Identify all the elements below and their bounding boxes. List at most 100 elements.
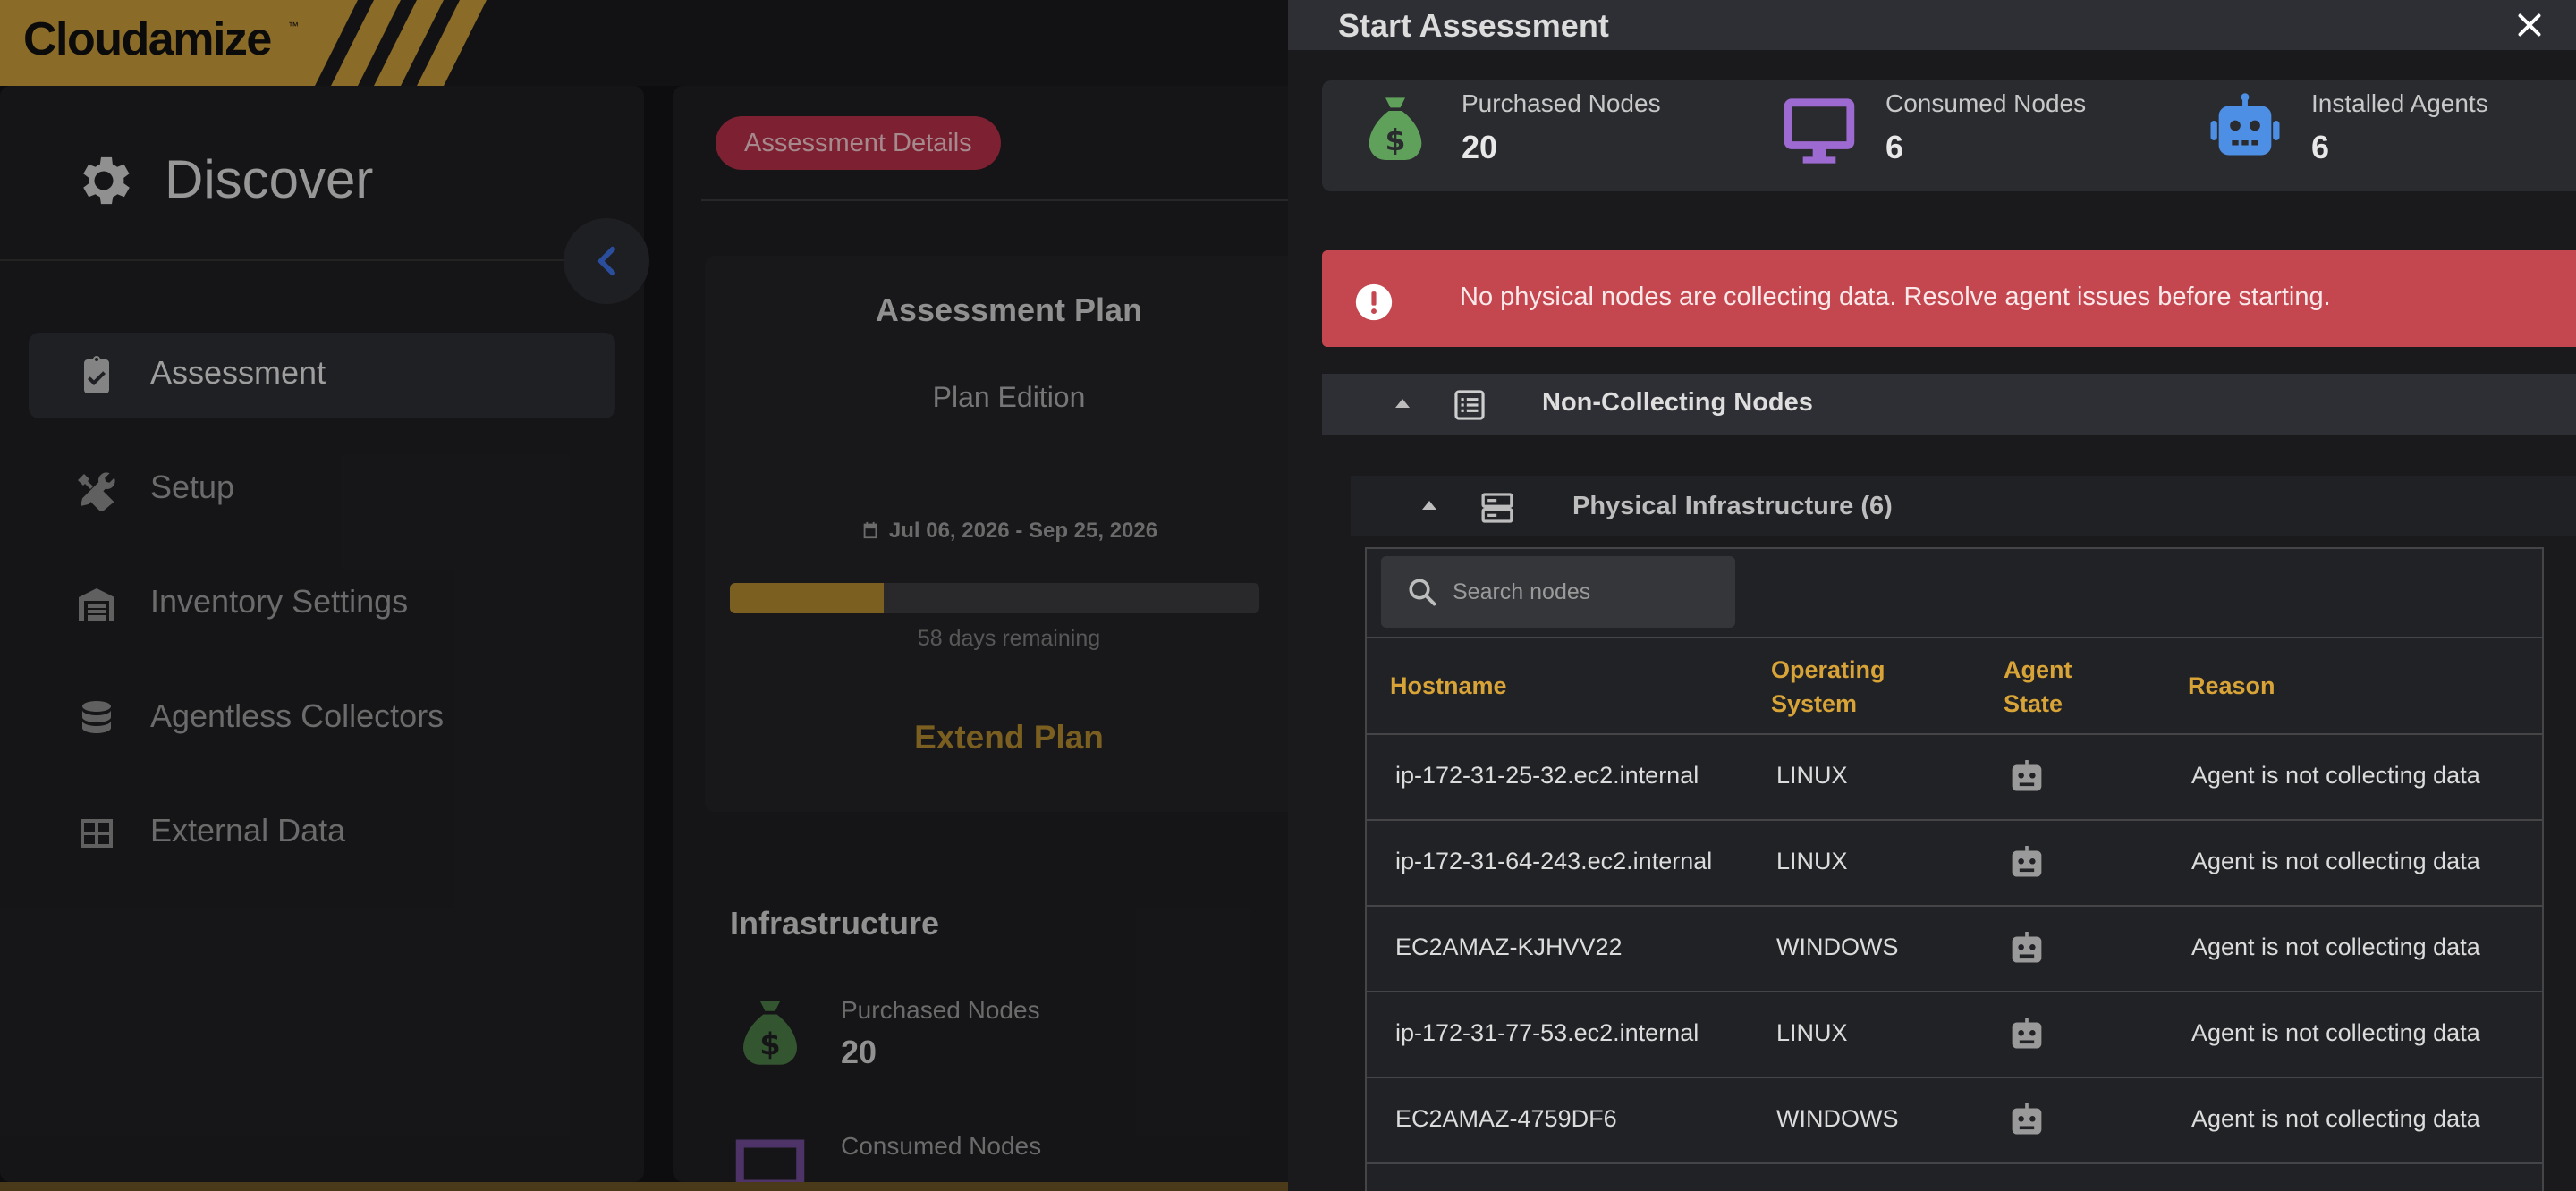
- search-box[interactable]: [1381, 556, 1735, 628]
- sidebar-header: Discover: [0, 86, 644, 261]
- caret-up-icon[interactable]: [1394, 397, 1411, 410]
- divider: [701, 199, 1317, 201]
- sidebar-title: Discover: [165, 149, 374, 209]
- logo-wordmark: Cloudamize: [23, 13, 272, 65]
- non-collecting-nodes-header[interactable]: Non-Collecting Nodes: [1322, 374, 2576, 435]
- robot-icon: [2012, 760, 2042, 791]
- monitor-icon: [1784, 98, 1855, 164]
- bottom-border: [0, 1182, 1288, 1191]
- physical-infrastructure-header[interactable]: Physical Infrastructure (6): [1351, 476, 2576, 536]
- os-cell: WINDOWS: [1776, 1105, 1899, 1132]
- server-icon: [1481, 493, 1513, 523]
- node-summary: $ Purchased Nodes 20 Consumed Nodes 6 In…: [1322, 80, 2576, 191]
- tab-assessment-details[interactable]: Assessment Details: [716, 116, 1001, 170]
- svg-text:$: $: [1385, 122, 1406, 157]
- hostname-cell: EC2AMAZ-KJHVV22: [1395, 933, 1623, 960]
- svg-text:$: $: [759, 1027, 780, 1062]
- alert-message: No physical nodes are collecting data. R…: [1460, 283, 2331, 311]
- robot-icon: [2210, 93, 2280, 156]
- summary-value: 6: [1885, 129, 1904, 165]
- start-assessment-drawer: Start Assessment $ Purchased Nodes 20 Co…: [1288, 0, 2576, 1191]
- table-row[interactable]: ip-172-31-77-53.ec2.internal LINUX Agent…: [1367, 992, 2542, 1078]
- collapse-sidebar-button[interactable]: [564, 218, 649, 304]
- sidebar-item-assessment[interactable]: Assessment: [29, 333, 615, 418]
- hostname-cell: ip-172-31-77-53.ec2.internal: [1395, 1019, 1699, 1046]
- sidebar-item-label: External Data: [150, 812, 346, 849]
- summary-purchased-nodes: $ Purchased Nodes 20: [1356, 80, 1732, 191]
- error-alert: No physical nodes are collecting data. R…: [1322, 250, 2576, 347]
- summary-label: Installed Agents: [2311, 89, 2488, 117]
- stat-label: Purchased Nodes: [841, 996, 1040, 1024]
- sidebar-item-external-data[interactable]: External Data: [29, 790, 615, 876]
- robot-icon: [2012, 1018, 2042, 1049]
- sidebar-item-agentless-collectors[interactable]: Agentless Collectors: [29, 676, 615, 762]
- sidebar-item-label: Setup: [150, 469, 235, 505]
- sidebar-item-label: Assessment: [150, 354, 326, 391]
- assessment-details-panel: Assessment Details Assessment Plan Plan …: [673, 86, 1317, 1182]
- app-logo[interactable]: Cloudamize ™: [0, 0, 519, 86]
- summary-value: 6: [2311, 129, 2330, 165]
- plan-dates-text: Jul 06, 2026 - Sep 25, 2026: [888, 519, 1158, 543]
- plan-progress-fill: [730, 583, 884, 613]
- close-icon[interactable]: [2513, 9, 2546, 41]
- calendar-icon: [863, 521, 877, 539]
- table-row[interactable]: ip-172-31-64-243.ec2.internal LINUX Agen…: [1367, 821, 2542, 907]
- robot-icon: [2012, 1103, 2042, 1135]
- sidebar-item-label: Inventory Settings: [150, 583, 409, 620]
- stat-value: 20: [841, 1034, 877, 1070]
- list-icon: [1454, 390, 1485, 420]
- robot-icon: [2012, 846, 2042, 877]
- logo-trademark: ™: [288, 20, 299, 32]
- hostname-cell: ip-172-31-25-32.ec2.internal: [1395, 762, 1699, 789]
- subsection-label: Physical Infrastructure (6): [1572, 492, 1893, 520]
- table-row[interactable]: ip-172-31-25-32.ec2.internal LINUX Agent…: [1367, 735, 2542, 821]
- reason-cell: Agent is not collecting data: [2191, 762, 2480, 789]
- nodes-table: Hostname Operating System Agent State Re…: [1365, 547, 2544, 1191]
- sidebar-item-inventory-settings[interactable]: Inventory Settings: [29, 562, 615, 647]
- plan-edition: Plan Edition: [932, 381, 1086, 413]
- stat-label: Consumed Nodes: [841, 1132, 1042, 1160]
- chevron-left-icon: [597, 246, 615, 276]
- sidebar-item-label: Agentless Collectors: [150, 697, 445, 734]
- summary-consumed-nodes: Consumed Nodes 6: [1780, 80, 2156, 191]
- table-row[interactable]: EC2AMAZ-KJHVV22 WINDOWS Agent is not col…: [1367, 907, 2542, 992]
- hostname-cell: EC2AMAZ-4759DF6: [1395, 1105, 1617, 1132]
- os-cell: LINUX: [1776, 848, 1848, 874]
- summary-installed-agents: Installed Agents 6: [2206, 80, 2576, 191]
- gear-icon: [83, 156, 130, 205]
- table-icon: [80, 819, 113, 848]
- summary-value: 20: [1462, 129, 1498, 165]
- tools-icon: [78, 472, 115, 511]
- robot-icon: [2012, 932, 2042, 963]
- column-header-operating-system[interactable]: Operating System: [1771, 653, 1914, 721]
- column-header-hostname[interactable]: Hostname: [1390, 669, 1507, 703]
- reason-cell: Agent is not collecting data: [2191, 933, 2480, 960]
- sidebar-item-setup[interactable]: Setup: [29, 447, 615, 533]
- infrastructure-title: Infrastructure: [730, 905, 940, 942]
- table-header: Hostname Operating System Agent State Re…: [1367, 637, 2542, 735]
- column-header-agent-state[interactable]: Agent State: [2004, 653, 2093, 721]
- extend-plan-button[interactable]: Extend Plan: [705, 719, 1313, 756]
- monitor-icon: [735, 1139, 805, 1182]
- os-cell: LINUX: [1776, 762, 1848, 789]
- os-cell: LINUX: [1776, 1019, 1848, 1046]
- column-header-reason[interactable]: Reason: [2188, 669, 2275, 703]
- plan-title: Assessment Plan: [875, 291, 1143, 328]
- clipboard-check-icon: [84, 356, 109, 393]
- money-bag-icon: $: [743, 1001, 797, 1065]
- drawer-header: Start Assessment: [1288, 0, 2576, 50]
- database-icon: [82, 701, 111, 733]
- hostname-cell: ip-172-31-64-243.ec2.internal: [1395, 848, 1713, 874]
- reason-cell: Agent is not collecting data: [2191, 1019, 2480, 1046]
- plan-progress-bar: [730, 583, 1259, 613]
- search-icon: [1409, 579, 1436, 606]
- alert-circle-icon: [1355, 283, 1393, 321]
- infrastructure-consumed-nodes: Consumed Nodes: [730, 1130, 1267, 1182]
- search-input[interactable]: [1453, 574, 1721, 610]
- sidebar: Discover Assessment Setup Inventory Sett…: [0, 86, 649, 1182]
- table-row[interactable]: EC2AMAZ-4759DF6 WINDOWS Agent is not col…: [1367, 1078, 2542, 1164]
- caret-up-icon[interactable]: [1420, 499, 1438, 511]
- warehouse-icon: [79, 588, 114, 621]
- plan-date-range: Jul 06, 2026 - Sep 25, 2026: [705, 519, 1313, 544]
- reason-cell: Agent is not collecting data: [2191, 848, 2480, 874]
